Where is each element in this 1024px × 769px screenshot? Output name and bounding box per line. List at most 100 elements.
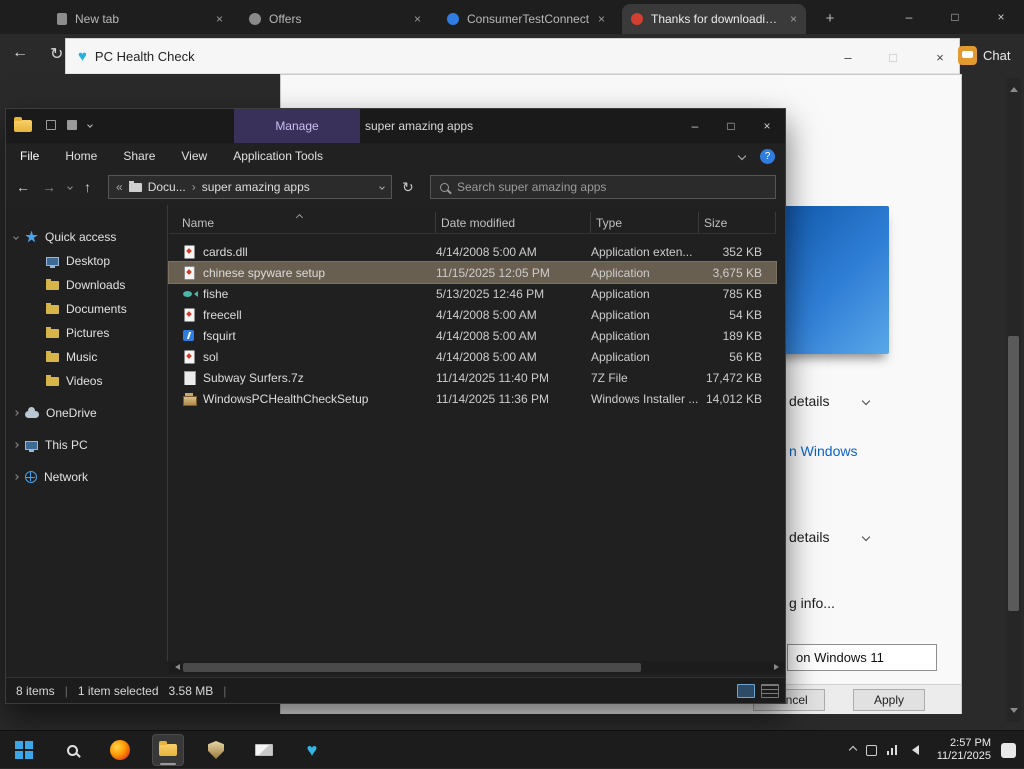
file-row[interactable]: Subway Surfers.7z 11/14/2025 11:40 PM 7Z… — [169, 367, 776, 388]
chevron-right-icon[interactable] — [13, 442, 19, 448]
chevron-down-icon[interactable] — [87, 122, 93, 128]
sidebar-item-music[interactable]: Music — [6, 345, 167, 369]
browser-close-button[interactable]: × — [978, 0, 1024, 34]
manage-contextual-tab[interactable]: Manage — [234, 109, 360, 143]
browser-tab-offers[interactable]: Offers × — [240, 4, 430, 34]
overflow-icon[interactable]: « — [116, 180, 123, 194]
sidebar-item-network[interactable]: Network — [6, 465, 167, 489]
chevron-down-icon[interactable] — [13, 234, 19, 240]
chevron-right-icon[interactable] — [13, 474, 19, 480]
column-header-date-modified[interactable]: Date modified — [436, 212, 591, 233]
details-expander[interactable]: details — [789, 393, 871, 409]
refresh-icon[interactable]: ↻ — [402, 169, 414, 205]
windows11-box[interactable]: on Windows 11 — [787, 644, 937, 671]
sidebar-item-this-pc[interactable]: This PC — [6, 433, 167, 457]
new-tab-button[interactable]: + — [820, 8, 840, 28]
sidebar-item-quick-access[interactable]: Quick access — [6, 225, 167, 249]
file-row[interactable]: WindowsPCHealthCheckSetup 11/14/2025 11:… — [169, 388, 776, 409]
tab-share[interactable]: Share — [123, 149, 155, 163]
chevron-right-icon[interactable] — [13, 410, 19, 416]
pchc-close-button[interactable]: × — [923, 39, 957, 75]
address-toolbar: ← → ↑ « Docu... › super amazing apps ↻ — [6, 169, 785, 205]
search-input[interactable] — [457, 180, 766, 194]
browser-tab-consumertestconnect[interactable]: ConsumerTestConnect × — [438, 4, 614, 34]
close-tab-icon[interactable]: × — [414, 12, 421, 26]
browser-minimize-button[interactable]: – — [886, 0, 932, 34]
details-expander[interactable]: details — [789, 529, 871, 545]
taskbar-pc-health-check-button[interactable]: ♥ — [296, 734, 328, 766]
scroll-left-icon[interactable] — [172, 664, 180, 670]
column-header-name[interactable]: Name — [169, 212, 436, 233]
file-row[interactable]: fishe 5/13/2025 12:46 PM Application 785… — [169, 283, 776, 304]
taskbar-mail-button[interactable] — [248, 734, 280, 766]
recent-locations-icon[interactable] — [67, 184, 73, 190]
taskbar-security-button[interactable] — [200, 734, 232, 766]
tab-file[interactable]: File — [20, 149, 39, 163]
explorer-close-button[interactable]: × — [749, 109, 785, 143]
taskbar-clock[interactable]: 2:57 PM 11/21/2025 — [929, 737, 991, 763]
browser-refresh-icon[interactable]: ↻ — [50, 44, 63, 64]
breadcrumb-segment[interactable]: Docu... — [148, 180, 186, 194]
tab-application-tools[interactable]: Application Tools — [233, 149, 323, 163]
forward-icon[interactable]: → — [42, 179, 56, 195]
file-row[interactable]: fsquirt 4/14/2008 5:00 AM Application 18… — [169, 325, 776, 346]
browser-back-icon[interactable]: ← — [12, 44, 28, 62]
apply-button[interactable]: Apply — [853, 689, 925, 711]
notification-center-icon[interactable] — [1001, 742, 1016, 758]
tab-home[interactable]: Home — [65, 149, 97, 163]
search-box[interactable] — [430, 175, 776, 199]
start-button[interactable] — [8, 734, 40, 766]
sidebar-item-videos[interactable]: Videos — [6, 369, 167, 393]
close-tab-icon[interactable]: × — [598, 12, 605, 26]
scroll-up-icon[interactable] — [1010, 83, 1018, 92]
taskbar-search-button[interactable] — [56, 734, 88, 766]
qat-icon[interactable] — [67, 120, 77, 130]
up-icon[interactable]: ↑ — [84, 179, 91, 195]
address-dropdown-icon[interactable] — [379, 184, 385, 190]
scroll-down-icon[interactable] — [1010, 708, 1018, 717]
large-icons-view-button[interactable] — [761, 684, 779, 698]
column-header-size[interactable]: Size — [699, 212, 776, 233]
volume-icon[interactable] — [907, 745, 919, 755]
address-bar[interactable]: « Docu... › super amazing apps — [108, 175, 392, 199]
windows-link[interactable]: n Windows — [789, 443, 857, 459]
tray-app-icon[interactable] — [865, 744, 877, 756]
browser-tab-thanks-for-downloading[interactable]: Thanks for downloading... × — [622, 4, 806, 34]
search-icon — [66, 744, 78, 756]
breadcrumb-segment[interactable]: super amazing apps — [202, 180, 310, 194]
file-row-selected[interactable]: chinese spyware setup 11/15/2025 12:05 P… — [168, 261, 777, 284]
browser-scrollbar[interactable] — [1006, 78, 1021, 722]
pchc-minimize-button[interactable]: – — [831, 39, 865, 75]
scroll-right-icon[interactable] — [774, 664, 782, 670]
column-header-type[interactable]: Type — [591, 212, 699, 233]
tab-view[interactable]: View — [181, 149, 207, 163]
file-row[interactable]: sol 4/14/2008 5:00 AM Application 56 KB — [169, 346, 776, 367]
help-icon[interactable]: ? — [760, 148, 775, 164]
taskbar-file-explorer-button[interactable] — [152, 734, 184, 766]
chat-button[interactable]: Chat — [958, 40, 1010, 70]
close-tab-icon[interactable]: × — [790, 12, 797, 26]
pchc-maximize-button[interactable]: □ — [876, 39, 910, 75]
browser-tab-new-tab[interactable]: New tab × — [48, 4, 232, 34]
network-icon[interactable] — [886, 745, 897, 755]
taskbar-firefox-button[interactable] — [104, 734, 136, 766]
browser-maximize-button[interactable]: □ — [932, 0, 978, 34]
sidebar-item-downloads[interactable]: Downloads — [6, 273, 167, 297]
ribbon-collapse-icon[interactable] — [737, 151, 747, 161]
horizontal-scrollbar[interactable] — [169, 661, 785, 674]
qat-icon[interactable] — [46, 120, 56, 130]
sidebar-item-pictures[interactable]: Pictures — [6, 321, 167, 345]
details-view-button[interactable] — [737, 684, 755, 698]
sidebar-item-desktop[interactable]: Desktop — [6, 249, 167, 273]
scrollbar-thumb[interactable] — [183, 663, 641, 672]
tray-overflow-icon[interactable] — [848, 745, 857, 755]
back-icon[interactable]: ← — [16, 179, 30, 195]
sidebar-item-onedrive[interactable]: OneDrive — [6, 401, 167, 425]
file-row[interactable]: freecell 4/14/2008 5:00 AM Application 5… — [169, 304, 776, 325]
explorer-minimize-button[interactable]: – — [677, 109, 713, 143]
explorer-maximize-button[interactable]: □ — [713, 109, 749, 143]
close-tab-icon[interactable]: × — [216, 12, 223, 26]
file-row[interactable]: cards.dll 4/14/2008 5:00 AM Application … — [169, 241, 776, 262]
sidebar-item-documents[interactable]: Documents — [6, 297, 167, 321]
scrollbar-thumb[interactable] — [1008, 336, 1019, 611]
